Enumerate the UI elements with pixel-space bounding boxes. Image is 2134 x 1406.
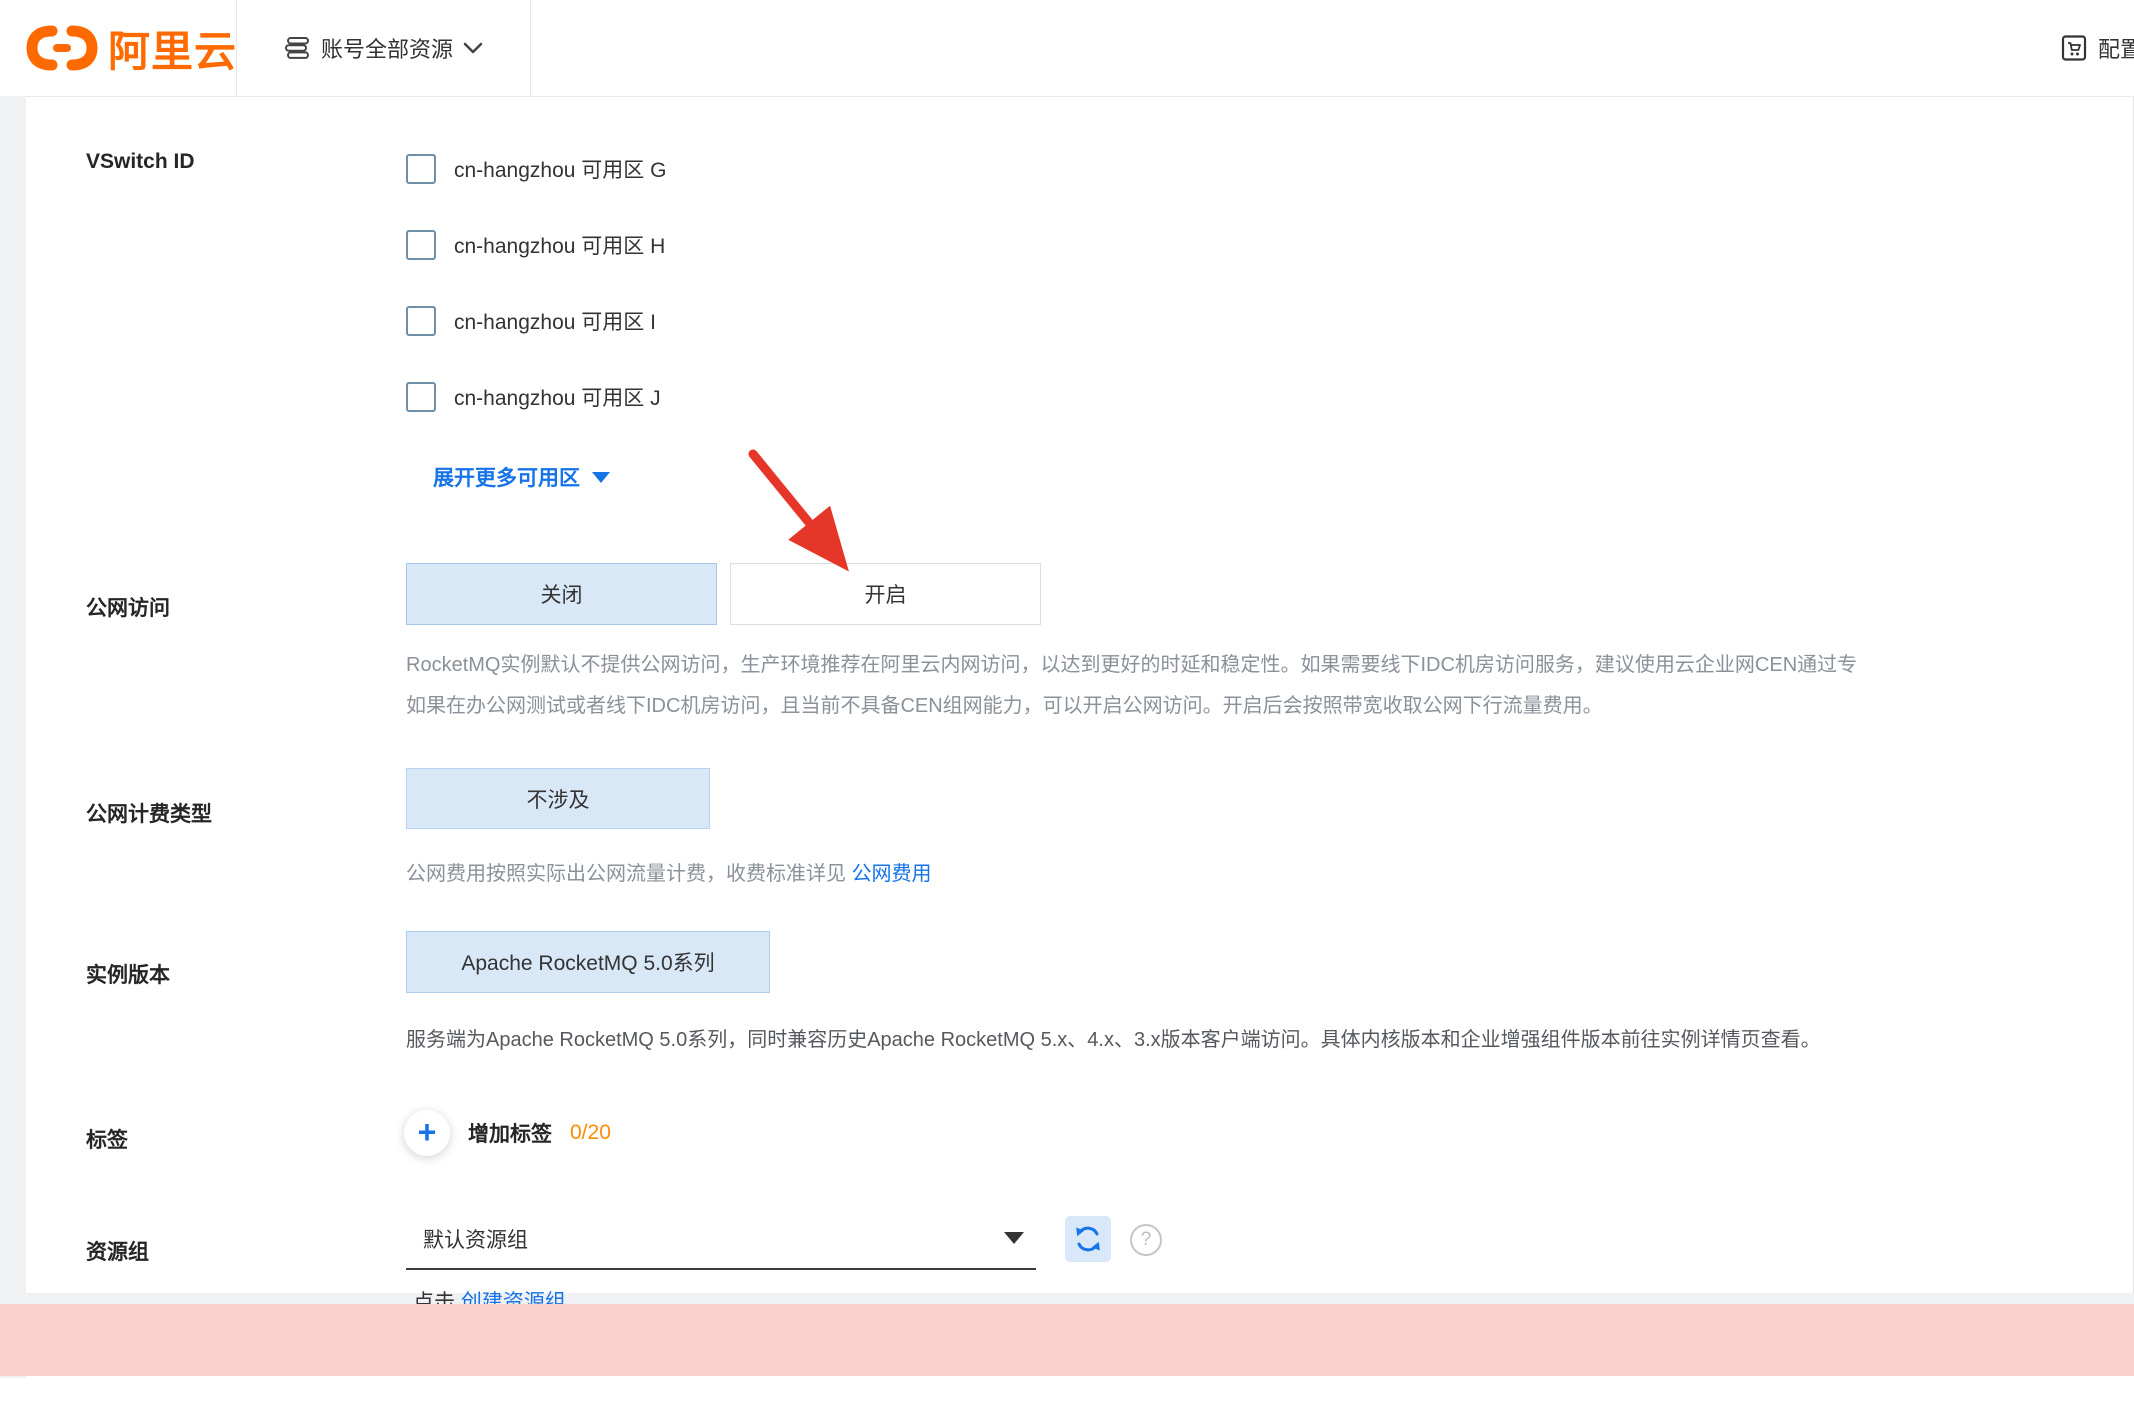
alibaba-cloud-brackets-icon	[24, 23, 100, 73]
add-tag-button[interactable]: +	[404, 1110, 450, 1156]
resource-group-label: 资源组	[86, 1236, 149, 1266]
zone-option-row: cn-hangzhou 可用区 I	[406, 306, 656, 336]
logo-wordmark: 阿里云	[108, 18, 237, 79]
alibaba-cloud-logo[interactable]: 阿里云	[24, 0, 237, 96]
resource-stack-icon	[283, 34, 311, 62]
expand-more-zones-text: 展开更多可用区	[433, 462, 580, 492]
zone-h-checkbox[interactable]	[406, 230, 436, 260]
config-list-label: 配置	[2098, 32, 2134, 64]
config-cart-icon	[2060, 34, 2088, 62]
zone-j-checkbox[interactable]	[406, 382, 436, 412]
tag-count-badge: 0/20	[570, 1121, 611, 1145]
rocketmq-create-instance-page: 阿里云 账号全部资源	[0, 0, 2134, 1406]
zone-g-label: cn-hangzhou 可用区 G	[454, 154, 666, 184]
header-divider	[530, 0, 531, 96]
account-menu-label: 账号全部资源	[321, 32, 453, 64]
select-caret-icon	[1004, 1232, 1024, 1244]
instance-version-desc: 服务端为Apache RocketMQ 5.0系列，同时兼容历史Apache R…	[406, 1023, 2134, 1052]
zone-option-row: cn-hangzhou 可用区 H	[406, 230, 665, 260]
add-tag-label[interactable]: 增加标签	[468, 1118, 552, 1148]
resource-group-value: 默认资源组	[423, 1224, 528, 1254]
pink-highlight-bar	[0, 1304, 2134, 1376]
refresh-icon	[1073, 1224, 1103, 1254]
left-gutter	[0, 96, 26, 1378]
top-header: 阿里云 账号全部资源	[0, 0, 2134, 97]
account-all-resources-menu[interactable]: 账号全部资源	[236, 0, 530, 96]
zone-option-row: cn-hangzhou 可用区 J	[406, 382, 661, 412]
zone-i-label: cn-hangzhou 可用区 I	[454, 306, 656, 336]
config-list-shortcut[interactable]: 配置	[2060, 0, 2134, 96]
footer-gray-band	[0, 1293, 2134, 1304]
billing-desc-text: 公网费用按照实际出公网流量计费，收费标准详见	[406, 863, 852, 885]
expand-more-zones-link[interactable]: 展开更多可用区	[433, 462, 610, 492]
tags-label: 标签	[86, 1124, 128, 1154]
zone-i-checkbox[interactable]	[406, 306, 436, 336]
vswitch-id-label: VSwitch ID	[86, 150, 195, 174]
add-tag-control: + 增加标签 0/20	[404, 1110, 611, 1156]
public-access-label: 公网访问	[86, 592, 170, 622]
resource-group-help-icon[interactable]: ?	[1130, 1224, 1162, 1256]
public-access-desc-line1: RocketMQ实例默认不提供公网访问，生产环境推荐在阿里云内网访问，以达到更好…	[406, 648, 2134, 677]
zone-g-checkbox[interactable]	[406, 154, 436, 184]
billing-not-involved-button[interactable]: 不涉及	[406, 768, 710, 829]
resource-group-select[interactable]: 默认资源组	[406, 1208, 1036, 1270]
caret-down-icon	[592, 472, 610, 483]
public-access-desc-line2: 如果在办公网测试或者线下IDC机房访问，且当前不具备CEN组网能力，可以开启公网…	[406, 689, 2134, 718]
zone-h-label: cn-hangzhou 可用区 H	[454, 230, 665, 260]
public-network-fee-link[interactable]: 公网费用	[852, 863, 932, 885]
refresh-resource-groups-button[interactable]	[1065, 1216, 1111, 1262]
instance-version-button[interactable]: Apache RocketMQ 5.0系列	[406, 931, 770, 993]
public-access-on-button[interactable]: 开启	[730, 563, 1041, 625]
instance-version-label: 实例版本	[86, 959, 170, 989]
chevron-down-icon	[463, 42, 483, 54]
billing-type-label: 公网计费类型	[86, 798, 212, 828]
zone-option-row: cn-hangzhou 可用区 G	[406, 154, 666, 184]
public-access-off-button[interactable]: 关闭	[406, 563, 717, 625]
billing-desc: 公网费用按照实际出公网流量计费，收费标准详见 公网费用	[406, 857, 2134, 886]
plus-icon: +	[418, 1116, 437, 1148]
zone-j-label: cn-hangzhou 可用区 J	[454, 382, 661, 412]
